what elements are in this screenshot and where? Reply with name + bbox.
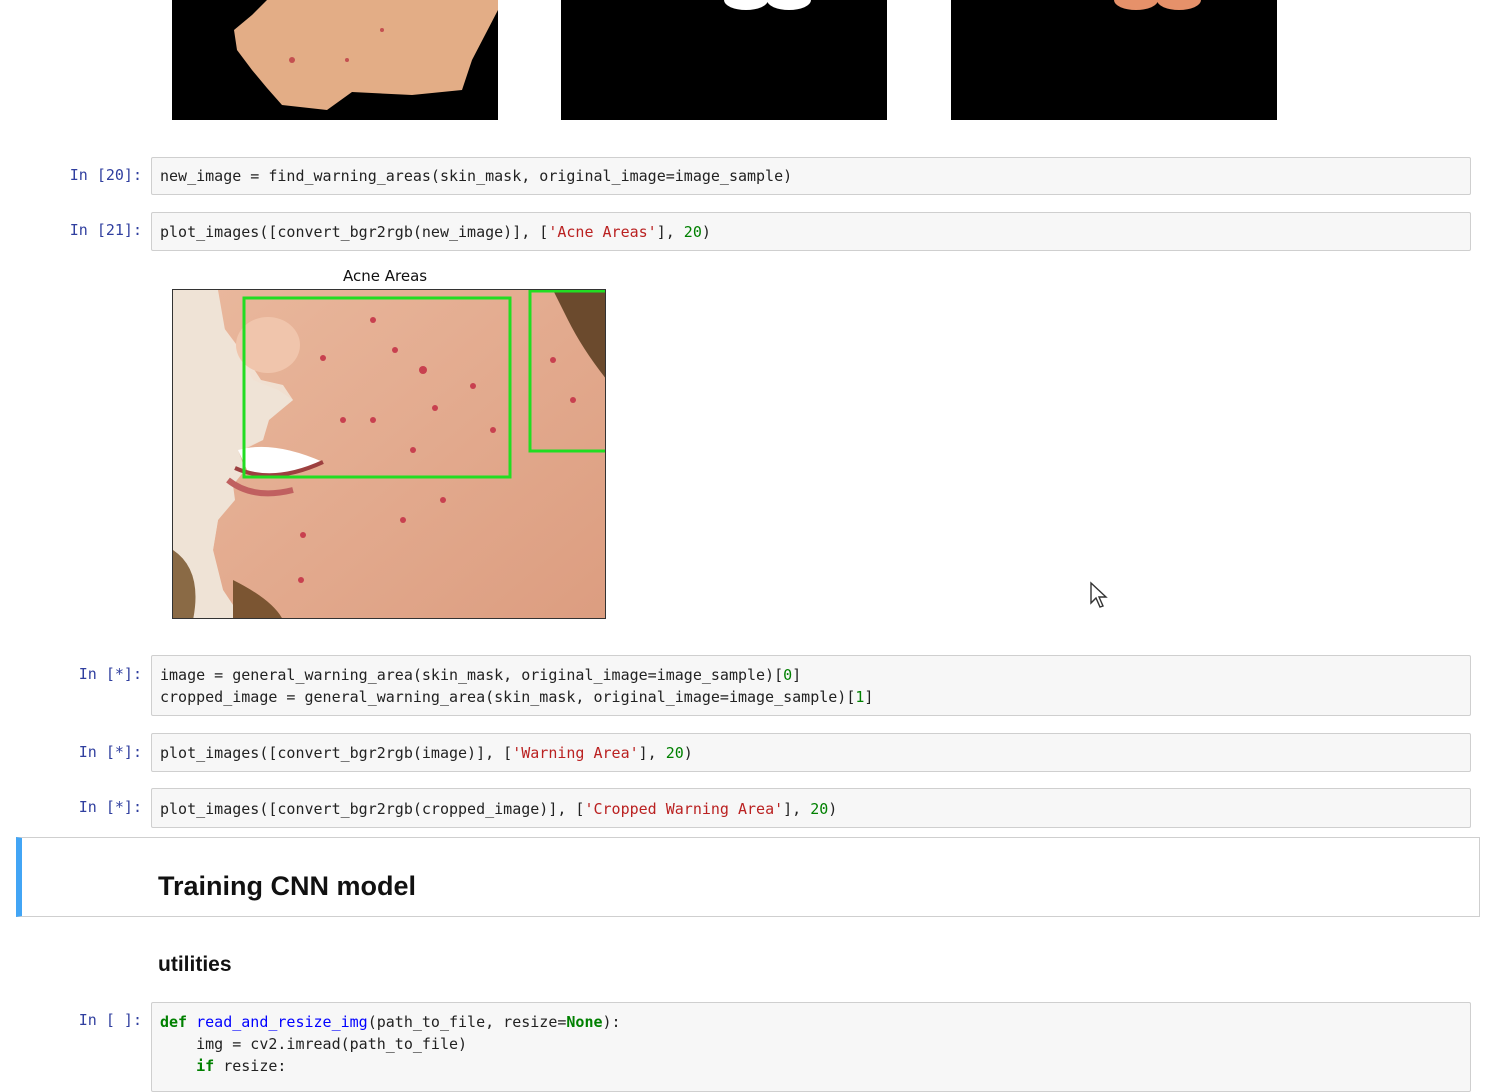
code-cell-star-2[interactable]: plot_images([convert_bgr2rgb(image)], ['… [151, 733, 1471, 772]
code-number: 20 [683, 223, 702, 241]
cell-prompt-21: In [21]: [69, 221, 142, 239]
code-text: plot_images([convert_bgr2rgb(cropped_ima… [160, 800, 585, 818]
code-line: plot_images([convert_bgr2rgb(image)], ['… [152, 734, 1470, 764]
code-text: resize: [214, 1057, 287, 1075]
code-text: ] [864, 688, 874, 706]
masked-skin-graphic [951, 0, 1277, 120]
code-line: img = cv2.imread(path_to_file) [160, 1035, 468, 1053]
code-keyword: def [160, 1013, 188, 1031]
output-image-masked-skin [951, 0, 1277, 120]
code-text: cropped_image = general_warning_area(ski… [160, 688, 856, 706]
code-text: ], [638, 744, 666, 762]
code-line: if resize: [152, 1055, 1470, 1077]
cell-prompt-star-3: In [*]: [78, 798, 142, 816]
markdown-heading: Training CNN model [158, 871, 417, 901]
output-image-mask [561, 0, 887, 120]
markdown-cell-selected[interactable]: Training CNN model [16, 837, 1480, 917]
code-text: ): [602, 1013, 621, 1031]
code-cell-star-1[interactable]: image = general_warning_area(skin_mask, … [151, 655, 1471, 716]
code-text: image = general_warning_area(skin_mask, … [160, 666, 784, 684]
mask-graphic [561, 0, 887, 120]
cell-prompt-empty: In [ ]: [78, 1011, 142, 1029]
output-image-skin-crop [172, 0, 498, 120]
skin-crop-graphic [172, 0, 498, 120]
code-cell-def[interactable]: def read_and_resize_img(path_to_file, re… [151, 1002, 1471, 1092]
code-keyword: None [566, 1013, 603, 1031]
code-text: ) [701, 223, 711, 241]
cell-prompt-20: In [20]: [69, 166, 142, 184]
code-line: plot_images([convert_bgr2rgb(new_image)]… [152, 213, 1470, 243]
code-number: 20 [665, 744, 684, 762]
output-image-acne-areas [172, 289, 606, 619]
figure-title: Acne Areas [343, 267, 428, 285]
code-text: ) [683, 744, 693, 762]
acne-face-graphic [173, 290, 605, 618]
code-string: 'Warning Area' [512, 744, 639, 762]
cell-prompt-star-1: In [*]: [78, 665, 142, 683]
code-text: ] [792, 666, 802, 684]
code-function-name: read_and_resize_img [196, 1013, 368, 1031]
code-cell-20[interactable]: new_image = find_warning_areas(skin_mask… [151, 157, 1471, 195]
code-text: ], [783, 800, 811, 818]
code-line: def read_and_resize_img(path_to_file, re… [152, 1003, 1470, 1033]
code-text: plot_images([convert_bgr2rgb(image)], [ [160, 744, 513, 762]
cell-prompt-star-2: In [*]: [78, 743, 142, 761]
code-cell-star-3[interactable]: plot_images([convert_bgr2rgb(cropped_ima… [151, 788, 1471, 828]
code-line: plot_images([convert_bgr2rgb(cropped_ima… [152, 789, 1470, 820]
code-text: ], [656, 223, 684, 241]
markdown-subheading: utilities [158, 953, 232, 976]
code-line: cropped_image = general_warning_area(ski… [152, 686, 1470, 708]
code-line: new_image = find_warning_areas(skin_mask… [160, 167, 793, 185]
code-line: image = general_warning_area(skin_mask, … [152, 656, 1470, 686]
code-text: (path_to_file, resize= [367, 1013, 567, 1031]
mouse-cursor-icon [1090, 581, 1108, 608]
code-cell-21[interactable]: plot_images([convert_bgr2rgb(new_image)]… [151, 212, 1471, 251]
code-number: 0 [783, 666, 793, 684]
code-string: 'Acne Areas' [548, 223, 657, 241]
code-string: 'Cropped Warning Area' [584, 800, 784, 818]
code-text: plot_images([convert_bgr2rgb(new_image)]… [160, 223, 549, 241]
code-number: 20 [810, 800, 829, 818]
code-text: ) [828, 800, 838, 818]
code-keyword: if [196, 1057, 215, 1075]
